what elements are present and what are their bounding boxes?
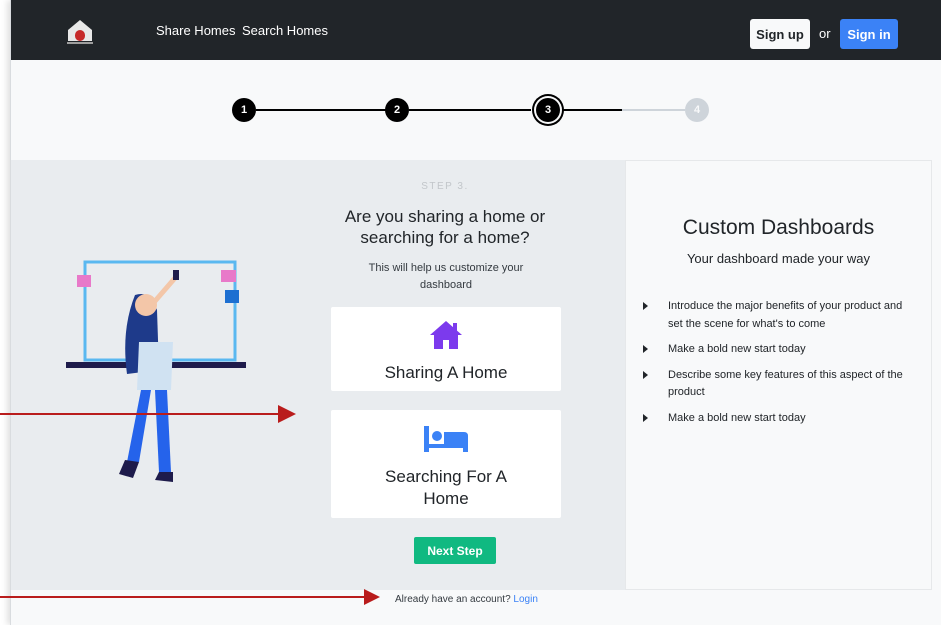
list-item-text: Make a bold new start today bbox=[668, 411, 806, 424]
list-item: Describe some key features of this aspec… bbox=[641, 367, 911, 402]
house-logo-icon[interactable] bbox=[64, 17, 96, 47]
step-connector bbox=[622, 109, 685, 111]
step-3[interactable]: 3 bbox=[536, 98, 560, 122]
step-connector bbox=[560, 109, 622, 111]
info-title: Custom Dashboards bbox=[682, 216, 875, 239]
step-2[interactable]: 2 bbox=[385, 98, 409, 122]
caret-right-icon bbox=[643, 345, 648, 353]
or-text: or bbox=[819, 26, 831, 41]
info-list: Introduce the major benefits of your pro… bbox=[641, 298, 911, 435]
step-4[interactable]: 4 bbox=[685, 98, 709, 122]
caret-right-icon bbox=[643, 370, 648, 379]
list-item-text: Introduce the major benefits of your pro… bbox=[668, 300, 903, 330]
list-item-text: Make a bold new start today bbox=[668, 343, 806, 355]
step-connector bbox=[409, 109, 531, 111]
option-label: Sharing A Home bbox=[384, 363, 508, 382]
list-item-text: Describe some key features of this aspec… bbox=[668, 368, 903, 399]
login-prompt: Already have an account? Login bbox=[395, 594, 538, 605]
list-item: Make a bold new start today bbox=[641, 341, 911, 359]
list-item: Make a bold new start today bbox=[641, 410, 911, 428]
next-step-button[interactable]: Next Step bbox=[414, 537, 496, 564]
account-text: Already have an account? bbox=[395, 594, 511, 605]
option-searching-home[interactable]: Searching For A Home bbox=[331, 410, 561, 518]
signin-button[interactable]: Sign in bbox=[840, 19, 898, 49]
option-label: Searching For A Home bbox=[385, 467, 507, 508]
home-icon bbox=[331, 319, 561, 351]
app-window: Share Homes Search Homes Sign up or Sign… bbox=[10, 0, 941, 625]
caret-right-icon bbox=[643, 302, 648, 310]
bed-icon bbox=[331, 424, 561, 454]
signup-button[interactable]: Sign up bbox=[750, 19, 810, 49]
step-subtext: This will help us customize your dashboa… bbox=[368, 262, 524, 291]
top-navbar: Share Homes Search Homes Sign up or Sign… bbox=[11, 0, 941, 60]
step-question: Are you sharing a home or searching for … bbox=[344, 207, 546, 247]
login-link[interactable]: Login bbox=[513, 594, 537, 605]
info-subtitle: Your dashboard made your way bbox=[686, 251, 871, 266]
caret-right-icon bbox=[643, 413, 648, 422]
nav-share-homes[interactable]: Share Homes bbox=[156, 23, 235, 38]
step-label: STEP 3. bbox=[421, 181, 469, 192]
option-sharing-home[interactable]: Sharing A Home bbox=[331, 307, 561, 391]
step-connector bbox=[256, 109, 386, 111]
nav-search-homes[interactable]: Search Homes bbox=[242, 23, 328, 38]
illustration bbox=[66, 260, 246, 482]
step-1[interactable]: 1 bbox=[232, 98, 256, 122]
list-item: Introduce the major benefits of your pro… bbox=[641, 298, 911, 333]
